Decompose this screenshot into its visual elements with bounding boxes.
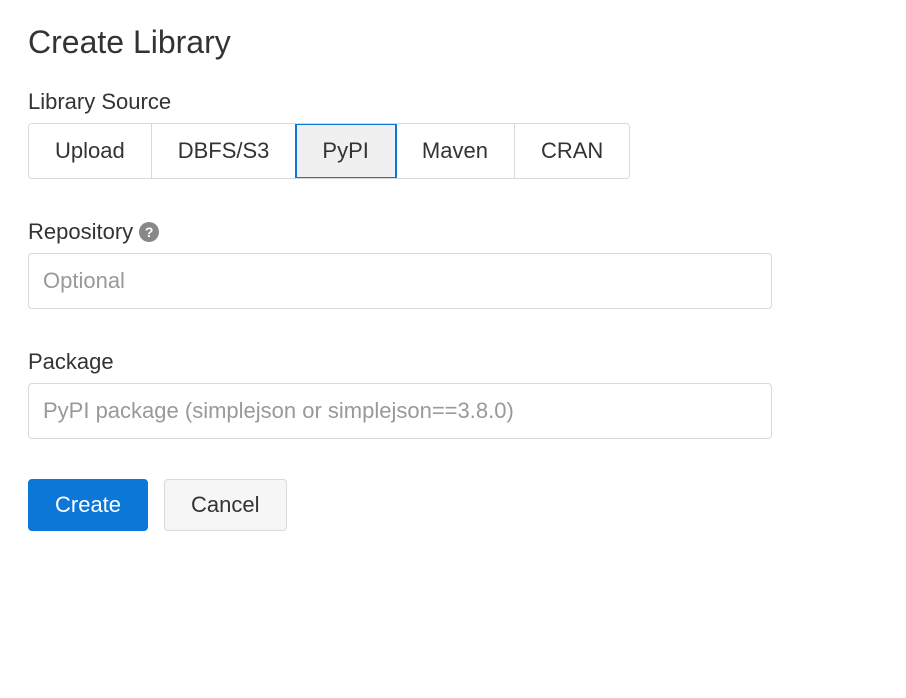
package-group: Package: [28, 349, 878, 439]
help-icon[interactable]: ?: [139, 222, 159, 242]
package-label: Package: [28, 349, 878, 375]
repository-group: Repository ?: [28, 219, 878, 309]
tab-upload[interactable]: Upload: [29, 124, 152, 178]
repository-label-text: Repository: [28, 219, 133, 245]
repository-input[interactable]: [28, 253, 772, 309]
create-button[interactable]: Create: [28, 479, 148, 531]
tab-dbfs-s3[interactable]: DBFS/S3: [152, 124, 297, 178]
library-source-tabs: Upload DBFS/S3 PyPI Maven CRAN: [28, 123, 630, 179]
page-title: Create Library: [28, 24, 878, 61]
tab-pypi[interactable]: PyPI: [296, 124, 395, 178]
cancel-button[interactable]: Cancel: [164, 479, 286, 531]
button-row: Create Cancel: [28, 479, 878, 531]
repository-label: Repository ?: [28, 219, 878, 245]
library-source-label: Library Source: [28, 89, 878, 115]
tab-maven[interactable]: Maven: [396, 124, 515, 178]
package-input[interactable]: [28, 383, 772, 439]
tab-cran[interactable]: CRAN: [515, 124, 629, 178]
library-source-group: Library Source Upload DBFS/S3 PyPI Maven…: [28, 89, 878, 179]
